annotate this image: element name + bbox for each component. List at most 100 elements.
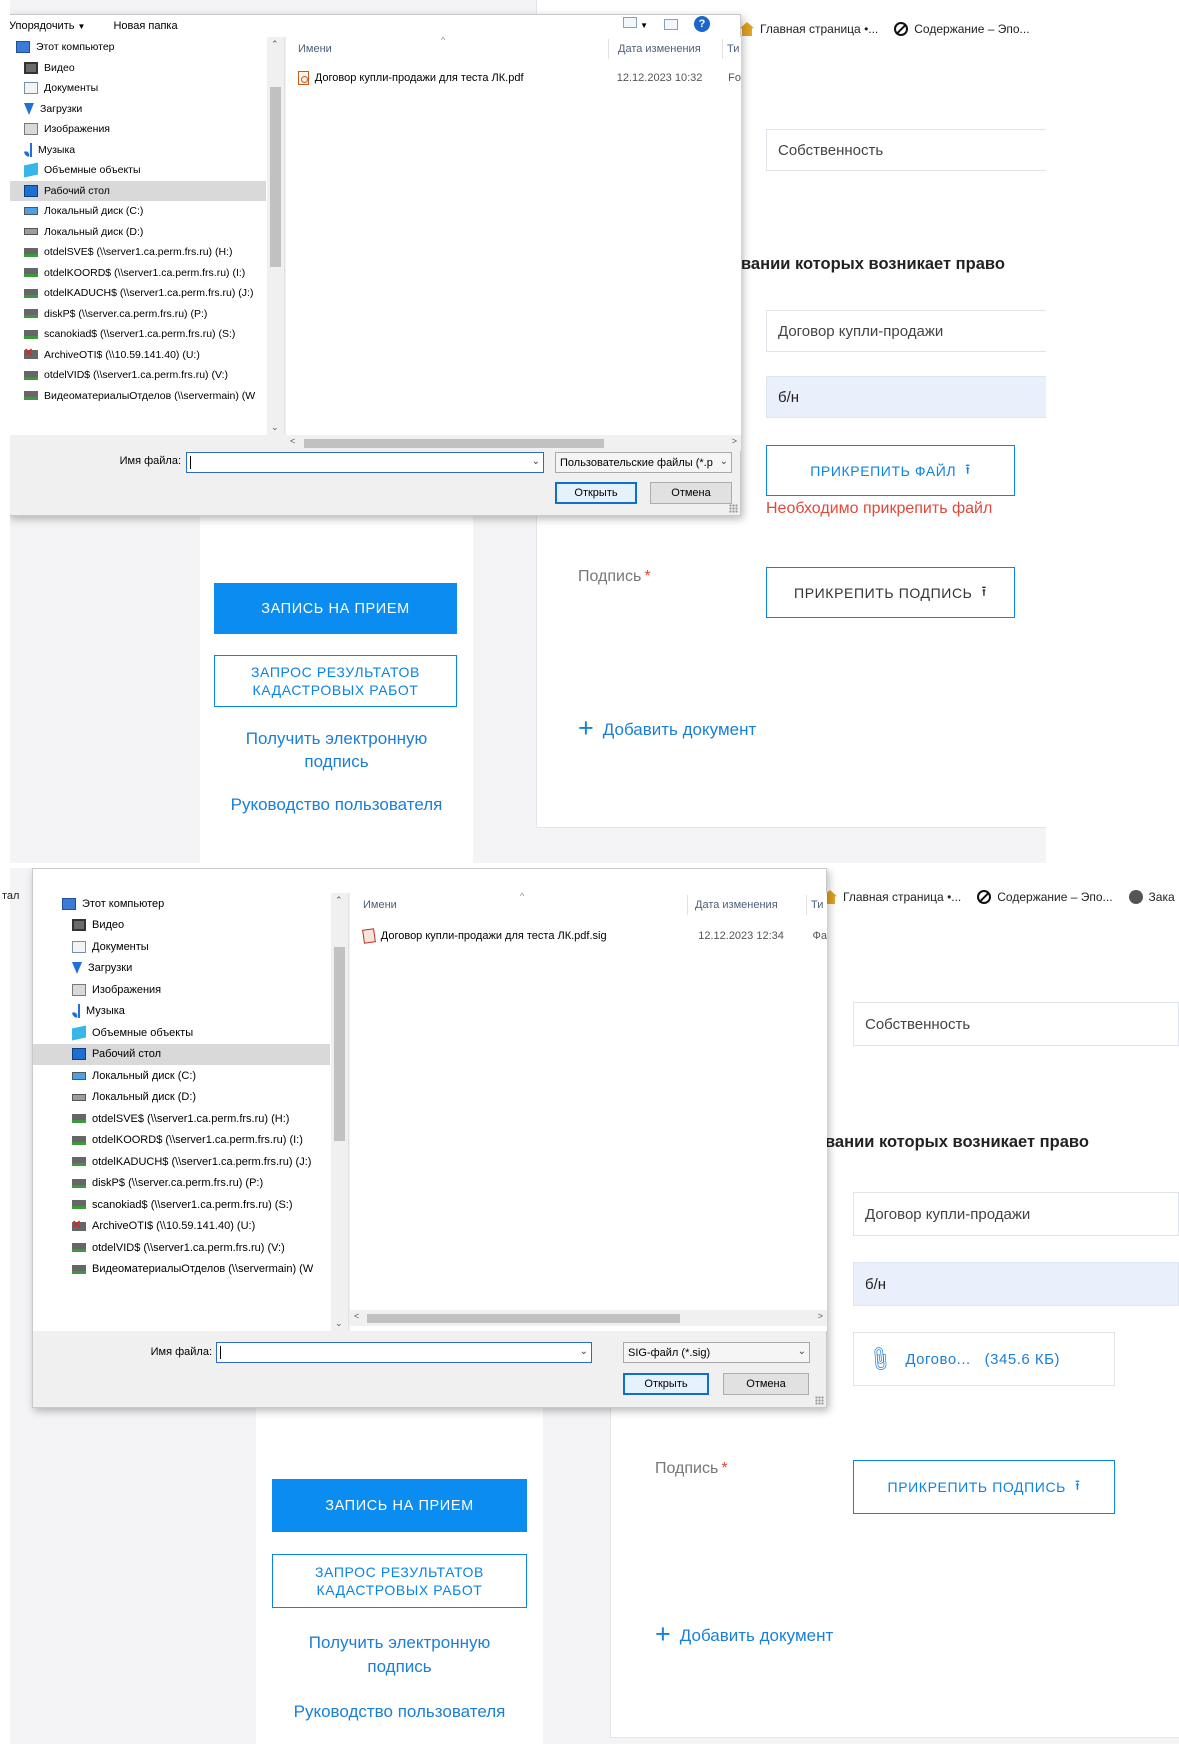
resize-grip[interactable] [729, 504, 738, 513]
open-button[interactable]: Открыть [555, 482, 637, 504]
nav-item[interactable]: Локальный диск (D:) [33, 1087, 330, 1109]
help-icon[interactable]: ? [693, 16, 710, 32]
file-row[interactable]: Договор купли-продажи для теста ЛК.pdf 1… [286, 67, 741, 89]
cancel-button[interactable]: Отмена [723, 1373, 809, 1395]
signature-label: Подпись * [578, 568, 651, 585]
nav-item[interactable]: ArchiveOTI$ (\\10.59.141.40) (U:) [10, 345, 266, 366]
nav-item-label: Объемные объекты [44, 164, 141, 177]
appointment-button[interactable]: ЗАПИСЬ НА ПРИЕМ [272, 1479, 527, 1532]
resize-grip[interactable] [815, 1396, 824, 1405]
file-list-horizontal-scrollbar[interactable]: < > [350, 1310, 827, 1326]
bookmark-orders[interactable]: Зака [1128, 890, 1175, 904]
chevron-down-icon[interactable]: ⌄ [580, 1346, 588, 1357]
open-button[interactable]: Открыть [623, 1373, 709, 1395]
nav-vertical-scrollbar[interactable]: ⌃ ⌄ [331, 893, 348, 1331]
nav-item[interactable]: otdelKADUCH$ (\\server1.ca.perm.frs.ru) … [10, 283, 266, 304]
screenshot-panel-pdf-upload: Главная страница •... Содержание – Эпо..… [10, 0, 1046, 863]
nav-item[interactable]: diskP$ (\\server.ca.perm.frs.ru) (P:) [33, 1173, 330, 1195]
nav-item[interactable]: otdelKOORD$ (\\server1.ca.perm.frs.ru) (… [33, 1130, 330, 1152]
ownership-select[interactable]: Собственность [853, 1002, 1179, 1046]
ownership-select[interactable]: Собственность [766, 129, 1046, 171]
nav-item[interactable]: Рабочий стол [10, 180, 266, 201]
nav-item[interactable]: Изображения [10, 119, 266, 140]
nav-item[interactable]: Объемные объекты [10, 160, 266, 181]
attached-file-chip[interactable]: 📎︎ Догово... (345.6 КБ) [853, 1332, 1115, 1386]
nav-item[interactable]: Этот компьютер [10, 37, 266, 58]
appointment-button[interactable]: ЗАПИСЬ НА ПРИЕМ [214, 583, 457, 634]
column-date[interactable]: Дата изменения [618, 37, 701, 61]
view-options-button[interactable]: ▼ [623, 17, 648, 31]
nav-item[interactable]: Рабочий стол [33, 1043, 330, 1065]
column-name[interactable]: Имени [298, 37, 332, 61]
get-esign-link[interactable]: Получить электронную подпись [262, 1631, 537, 1679]
nav-item[interactable]: Документы [33, 936, 330, 958]
scroll-thumb[interactable] [334, 947, 345, 1141]
document-number-field[interactable]: б/н [766, 376, 1046, 418]
file-type-filter[interactable]: SIG-файл (*.sig) ⌄ [623, 1342, 810, 1363]
attach-signature-button[interactable]: ПРИКРЕПИТЬ ПОДПИСЬ ⭱ [853, 1460, 1115, 1514]
file-name-input[interactable]: ⌄ [186, 452, 544, 473]
nav-item-label: Локальный диск (D:) [92, 1091, 197, 1104]
nav-item[interactable]: otdelKOORD$ (\\server1.ca.perm.frs.ru) (… [10, 263, 266, 284]
nav-item[interactable]: Объемные объекты [33, 1022, 330, 1044]
nav-item[interactable]: Загрузки [33, 958, 330, 980]
cadastral-results-button[interactable]: ЗАПРОС РЕЗУЛЬТАТОВ КАДАСТРОВЫХ РАБОТ [214, 655, 457, 707]
file-name-input[interactable]: ⌄ [216, 1342, 592, 1363]
file-list-horizontal-scrollbar[interactable]: < > [286, 435, 741, 451]
add-document-link[interactable]: + Добавить документ [578, 715, 756, 742]
nav-item[interactable]: otdelSVE$ (\\server1.ca.perm.frs.ru) (H:… [10, 242, 266, 263]
nav-item[interactable]: ВидеоматериалыОтделов (\\servermain) (W [10, 386, 266, 407]
new-folder-button[interactable]: Новая папка [113, 20, 177, 32]
nav-item[interactable]: Видео [10, 58, 266, 79]
nav-item[interactable]: Изображения [33, 979, 330, 1001]
add-document-link[interactable]: + Добавить документ [655, 1621, 833, 1648]
cancel-button[interactable]: Отмена [650, 482, 732, 504]
cadastral-results-button[interactable]: ЗАПРОС РЕЗУЛЬТАТОВ КАДАСТРОВЫХ РАБОТ [272, 1554, 527, 1608]
nav-item[interactable]: ВидеоматериалыОтделов (\\servermain) (W [33, 1259, 330, 1281]
nav-item[interactable]: scanokiad$ (\\server1.ca.perm.frs.ru) (S… [10, 324, 266, 345]
required-mark: * [721, 1460, 728, 1477]
bookmark-home[interactable]: Главная страница •... [740, 22, 878, 36]
nav-item[interactable]: Видео [33, 915, 330, 937]
nav-item[interactable]: Музыка [33, 1001, 330, 1023]
nav-item-label: Локальный диск (C:) [92, 1069, 197, 1082]
bookmark-home[interactable]: Главная страница •... [823, 890, 961, 904]
file-type-filter[interactable]: Пользовательские файлы (*.p ⌄ [555, 452, 732, 473]
column-date[interactable]: Дата изменения [695, 893, 778, 917]
column-name[interactable]: Имени [363, 893, 397, 917]
attach-signature-button[interactable]: ПРИКРЕПИТЬ ПОДПИСЬ ⭱ [766, 567, 1015, 618]
nav-item[interactable]: Документы [10, 78, 266, 99]
nav-item[interactable]: Локальный диск (C:) [33, 1065, 330, 1087]
nav-item[interactable]: otdelKADUCH$ (\\server1.ca.perm.frs.ru) … [33, 1151, 330, 1173]
view-tools: ▼ ? [623, 16, 710, 32]
nav-item[interactable]: Этот компьютер [33, 893, 330, 915]
nav-item[interactable]: otdelVID$ (\\server1.ca.perm.frs.ru) (V:… [33, 1237, 330, 1259]
nav-item[interactable]: Загрузки [10, 99, 266, 120]
nav-item[interactable]: diskP$ (\\server.ca.perm.frs.ru) (P:) [10, 304, 266, 325]
get-esign-link[interactable]: Получить электронную подпись [204, 727, 469, 773]
attach-file-button[interactable]: ПРИКРЕПИТЬ ФАЙЛ ⭱ [766, 445, 1015, 496]
nav-item[interactable]: Локальный диск (D:) [10, 222, 266, 243]
bookmark-contents[interactable]: Содержание – Эпо... [977, 890, 1113, 904]
nav-item[interactable]: Локальный диск (C:) [10, 201, 266, 222]
preview-pane-icon[interactable] [663, 18, 678, 30]
column-type[interactable]: Ти [727, 37, 739, 61]
document-type-select[interactable]: Договор купли-продажи [853, 1192, 1179, 1236]
nav-vertical-scrollbar[interactable]: ⌃ ⌄ [267, 37, 284, 435]
nav-item[interactable]: ArchiveOTI$ (\\10.59.141.40) (U:) [33, 1216, 330, 1238]
user-manual-link[interactable]: Руководство пользователя [204, 793, 469, 816]
file-row[interactable]: Договор купли-продажи для теста ЛК.pdf.s… [350, 925, 827, 947]
chevron-down-icon[interactable]: ⌄ [532, 456, 540, 467]
drive-c-icon [24, 207, 38, 216]
column-type[interactable]: Ти [811, 893, 823, 917]
nav-item[interactable]: otdelVID$ (\\server1.ca.perm.frs.ru) (V:… [10, 365, 266, 386]
nav-item[interactable]: otdelSVE$ (\\server1.ca.perm.frs.ru) (H:… [33, 1108, 330, 1130]
document-number-field[interactable]: б/н [853, 1262, 1179, 1306]
bookmark-contents[interactable]: Содержание – Эпо... [894, 22, 1030, 36]
nav-item[interactable]: Музыка [10, 140, 266, 161]
organize-menu[interactable]: Упорядочить ▼ [10, 20, 85, 32]
user-manual-link[interactable]: Руководство пользователя [262, 1700, 537, 1723]
nav-item[interactable]: scanokiad$ (\\server1.ca.perm.frs.ru) (S… [33, 1194, 330, 1216]
document-type-select[interactable]: Договор купли-продажи [766, 310, 1046, 352]
scroll-thumb[interactable] [270, 87, 281, 267]
